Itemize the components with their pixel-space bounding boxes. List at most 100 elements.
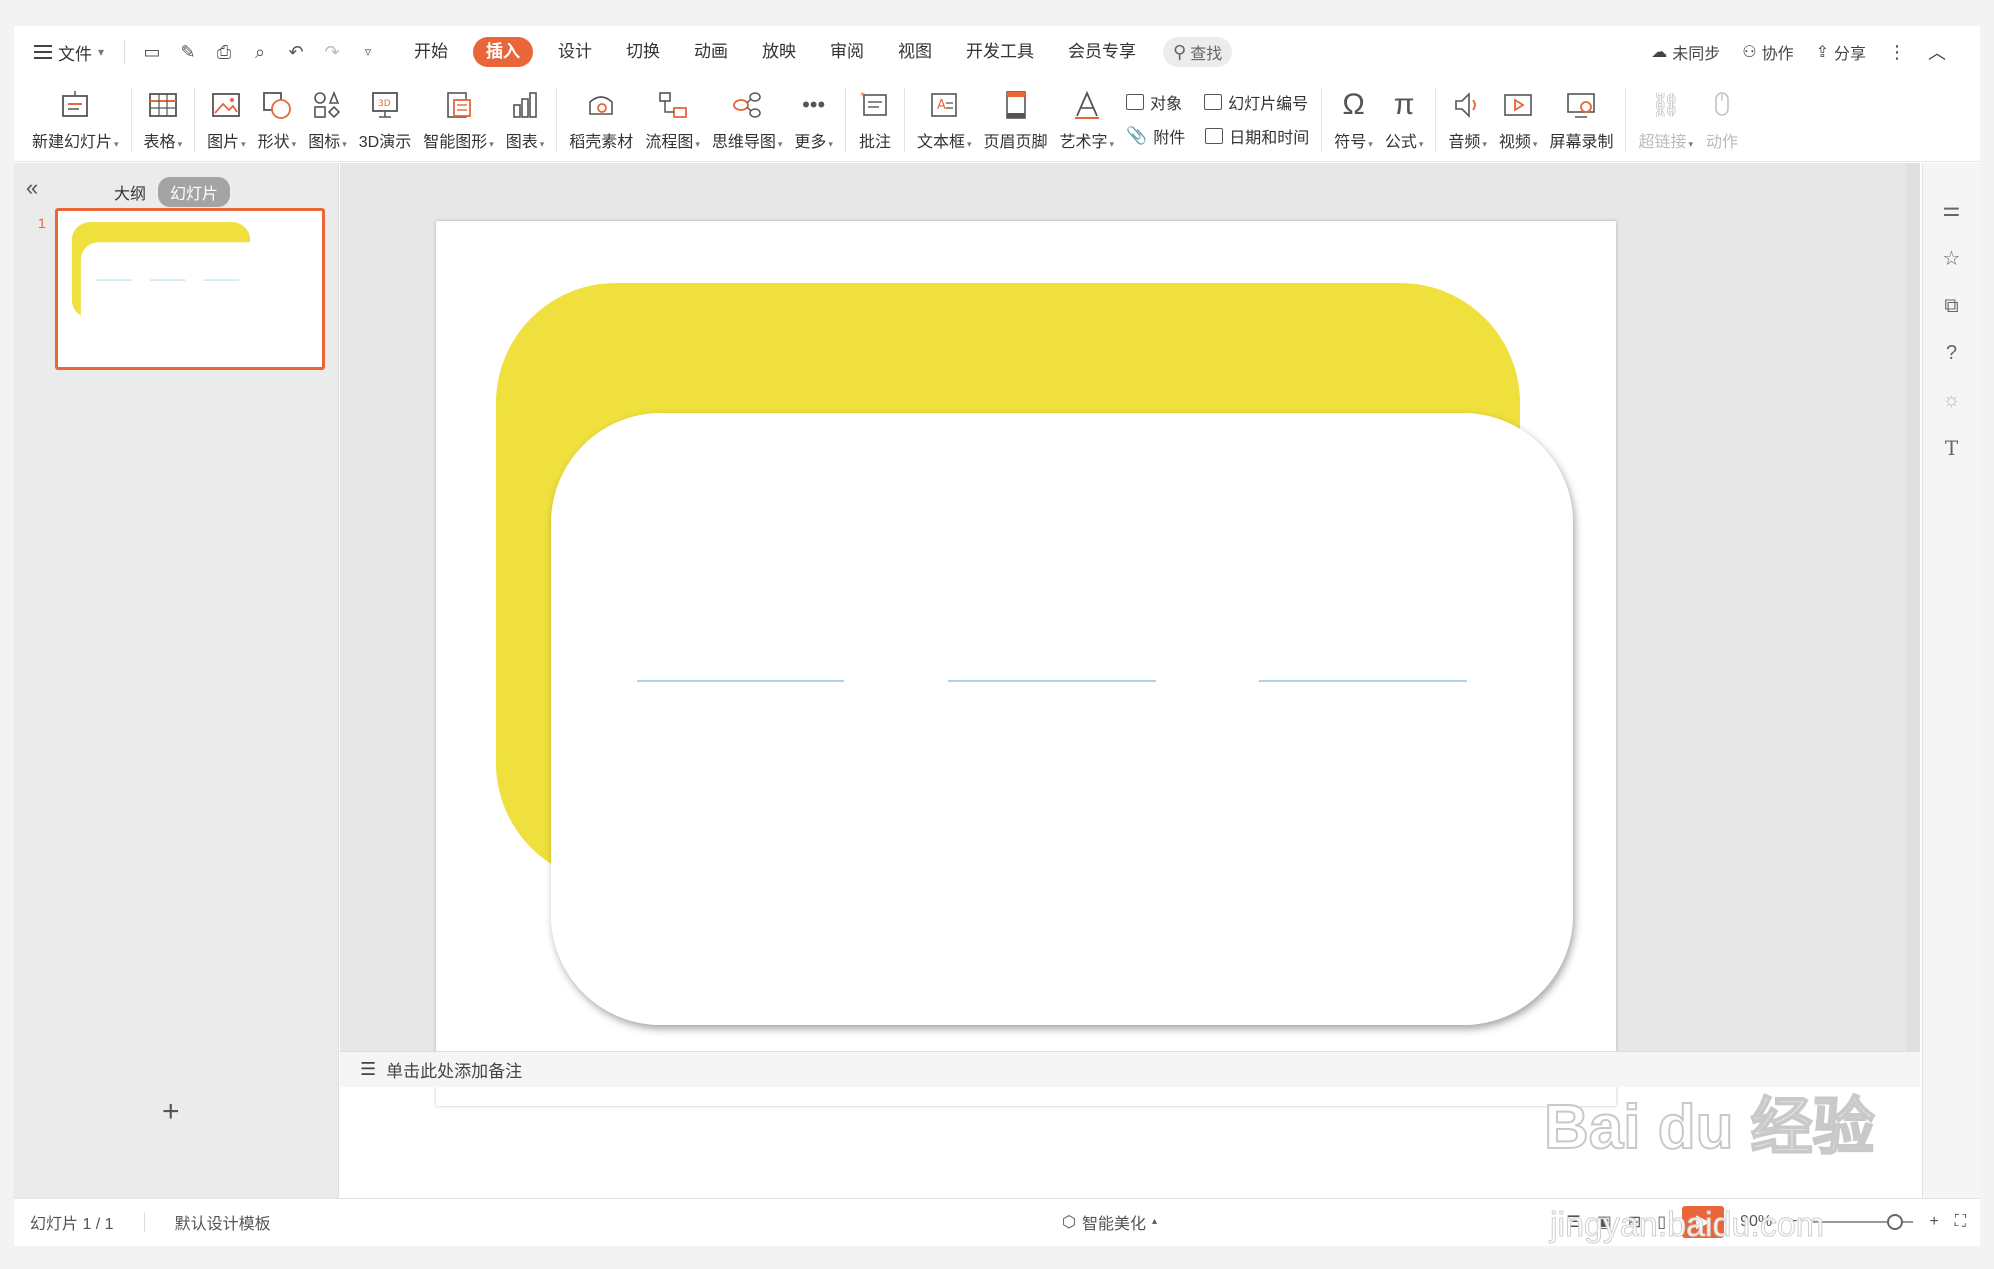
textbox-icon: A — [927, 88, 961, 122]
mindmap-button[interactable]: 思维导图 ▾ — [706, 78, 789, 152]
more-label: 更多 — [794, 134, 827, 151]
more-button[interactable]: ••• 更多 ▾ — [788, 78, 839, 152]
header-footer-label: 页眉页脚 — [983, 134, 1048, 151]
slide-number-label[interactable]: 幻灯片编号 — [1228, 90, 1308, 114]
comment-label: 批注 — [858, 134, 891, 151]
flowchart-button[interactable]: 流程图 ▾ — [639, 78, 706, 152]
cloud-icon: ☁ — [1651, 44, 1668, 61]
docer-icon — [584, 88, 618, 122]
video-button[interactable]: 视频 ▾ — [1493, 78, 1544, 152]
redo-icon[interactable]: ↷ — [321, 42, 343, 63]
zoom-slider-knob[interactable] — [1887, 1213, 1904, 1230]
slide-transition-icon[interactable]: ⧉ — [1944, 295, 1958, 318]
print-preview-icon[interactable]: ⌕ — [249, 42, 271, 63]
datetime-label[interactable]: 日期和时间 — [1229, 124, 1309, 148]
print-icon[interactable]: ⎙ — [213, 42, 235, 63]
docer-label: 稻壳素材 — [569, 134, 634, 151]
screen-record-button[interactable]: 屏幕录制 — [1543, 78, 1619, 152]
zoom-slider[interactable] — [1813, 1213, 1914, 1230]
status-divider — [143, 1211, 145, 1232]
tab-transitions[interactable]: 切换 — [609, 37, 677, 67]
insert-stack: 对象 幻灯片编号 📎 附件 日期和时间 — [1120, 78, 1315, 148]
quick-access-toolbar: ▭ ✎ ⎙ ⌕ ↶ ↷ ▿ — [124, 40, 379, 64]
customize-icon[interactable]: ▿ — [357, 44, 379, 60]
share-button[interactable]: ⇪ 分享 — [1816, 40, 1866, 64]
add-slide-icon[interactable]: + — [162, 1095, 180, 1129]
help-icon[interactable]: ? — [1946, 342, 1957, 365]
smart-graphic-label: 智能图形 — [423, 134, 488, 151]
tab-home[interactable]: 开始 — [397, 37, 465, 67]
zoom-in-icon[interactable]: + — [1929, 1213, 1938, 1231]
collapse-panel-icon[interactable]: « — [26, 175, 38, 201]
ribbon-separator — [903, 88, 905, 152]
slide-thumbnail[interactable] — [55, 208, 325, 370]
wordart-button[interactable]: 艺术字 ▾ — [1054, 78, 1121, 152]
tab-insert[interactable]: 插入 — [473, 37, 534, 67]
undo-icon[interactable]: ↶ — [285, 42, 307, 63]
header-footer-button[interactable]: 页眉页脚 — [978, 78, 1054, 152]
ribbon-separator — [194, 88, 196, 152]
symbol-button[interactable]: Ω 符号 ▾ — [1328, 78, 1379, 152]
icons-label: 图标 — [308, 134, 341, 151]
mindmap-icon — [730, 88, 764, 122]
save-icon[interactable]: ▭ — [141, 42, 163, 63]
formula-button[interactable]: π 公式 ▾ — [1379, 78, 1430, 152]
white-card-shape[interactable] — [551, 413, 1573, 1025]
sync-button[interactable]: ☁ 未同步 — [1651, 40, 1720, 64]
attachment-label: 附件 — [1153, 130, 1186, 147]
tab-design[interactable]: 设计 — [541, 37, 609, 67]
search-button[interactable]: ⚲ 查找 — [1163, 37, 1233, 67]
hyperlink-button[interactable]: ⛓ 超链接 ▾ — [1632, 78, 1699, 152]
fit-window-icon[interactable]: ⛶ — [1955, 1213, 1966, 1231]
ribbon-separator — [130, 88, 132, 152]
new-slide-button[interactable]: 新建幻灯片 ▾ — [26, 78, 125, 152]
template-name[interactable]: 默认设计模板 — [175, 1210, 271, 1234]
file-menu[interactable]: 文件 ▾ — [34, 40, 104, 65]
tab-developer[interactable]: 开发工具 — [949, 37, 1051, 67]
smart-beautify-button[interactable]: ⬡ 智能美化 ▴ — [1062, 1210, 1157, 1234]
flowchart-label: 流程图 — [645, 134, 694, 151]
tab-view[interactable]: 视图 — [881, 37, 949, 67]
chart-button[interactable]: 图表 ▾ — [500, 78, 551, 152]
more-options-icon[interactable]: ⋮ — [1888, 42, 1906, 63]
share-label: 分享 — [1833, 46, 1866, 63]
format-painter-icon[interactable]: ✎ — [177, 42, 199, 63]
object-icon — [1126, 94, 1145, 110]
chart-label: 图表 — [505, 134, 538, 151]
action-label: 动作 — [1706, 134, 1739, 151]
tab-slides[interactable]: 幻灯片 — [158, 177, 231, 207]
3d-presentation-button[interactable]: 3D 3D演示 — [353, 78, 417, 152]
properties-icon[interactable]: ⚌ — [1943, 197, 1961, 222]
table-icon — [146, 88, 180, 122]
picture-icon — [209, 88, 243, 122]
attachment-button[interactable]: 📎 附件 日期和时间 — [1126, 124, 1309, 148]
tab-animations[interactable]: 动画 — [677, 37, 745, 67]
comment-button[interactable]: * 批注 — [852, 78, 898, 152]
collapse-ribbon-icon[interactable]: ︿ — [1928, 39, 1946, 65]
shape-button[interactable]: 形状 ▾ — [252, 78, 303, 152]
action-button[interactable]: 动作 — [1699, 78, 1745, 152]
star-icon[interactable]: ☆ — [1943, 246, 1961, 271]
icons-button[interactable]: 图标 ▾ — [302, 78, 353, 152]
audio-label: 音频 — [1448, 134, 1481, 151]
audio-button[interactable]: 音频 ▾ — [1442, 78, 1493, 152]
vertical-scrollbar[interactable] — [1906, 163, 1920, 1051]
formula-label: 公式 — [1384, 134, 1417, 151]
tab-slideshow[interactable]: 放映 — [745, 37, 813, 67]
tab-member[interactable]: 会员专享 — [1051, 37, 1153, 67]
collaborate-label: 协作 — [1761, 46, 1794, 63]
tab-outline[interactable]: 大纲 — [114, 180, 146, 204]
table-button[interactable]: 表格 ▾ — [138, 78, 189, 152]
text-icon[interactable]: T — [1945, 436, 1958, 460]
textbox-button[interactable]: A 文本框 ▾ — [911, 78, 978, 152]
slide-canvas[interactable] — [436, 221, 1616, 1106]
tab-review[interactable]: 审阅 — [813, 37, 881, 67]
object-button[interactable]: 对象 幻灯片编号 — [1126, 90, 1309, 114]
picture-button[interactable]: 图片 ▾ — [201, 78, 252, 152]
symbol-label: 符号 — [1334, 134, 1367, 151]
ribbon-separator — [1435, 88, 1437, 152]
lightbulb-icon[interactable]: ☼ — [1942, 389, 1960, 412]
smart-graphic-button[interactable]: 智能图形 ▾ — [417, 78, 500, 152]
docer-material-button[interactable]: 稻壳素材 — [563, 78, 639, 152]
collaborate-button[interactable]: ⚇ 协作 — [1742, 40, 1793, 64]
